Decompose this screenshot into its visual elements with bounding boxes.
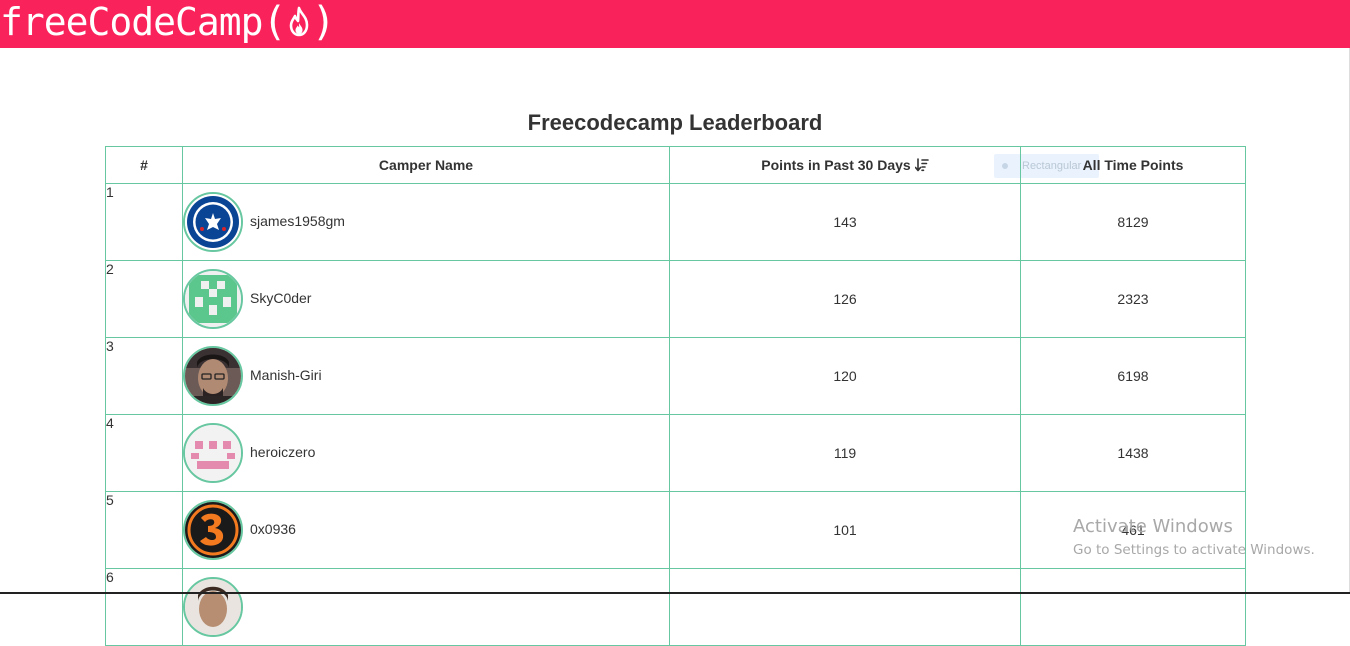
top-navbar: freeCodeCamp ( ) (0, 0, 1350, 48)
number-three-avatar[interactable] (183, 500, 243, 560)
column-header-camper: Camper Name (182, 146, 670, 184)
green-identicon-avatar[interactable] (183, 269, 243, 329)
column-header-recent-points[interactable]: Points in Past 30 Days (669, 146, 1021, 184)
camper-name[interactable]: sjames1958gm (250, 213, 345, 229)
recent-points-cell: 126 (669, 260, 1021, 338)
table-row: 3 Manish-Giri 120 6198 (105, 337, 1246, 415)
rank-cell: 4 (105, 414, 183, 492)
flame-icon (289, 6, 308, 37)
logo-close-paren: ) (311, 0, 336, 45)
page-title: Freecodecamp Leaderboard (527, 110, 823, 135)
camper-name[interactable]: SkyC0der (250, 290, 311, 306)
logo-open-paren: ( (262, 0, 287, 45)
camper-cell (182, 568, 670, 646)
camper-header-label: Camper Name (378, 157, 474, 173)
recent-points-cell: 120 (669, 337, 1021, 415)
camper-cell: heroiczero (182, 414, 670, 492)
freecodecamp-logo[interactable]: freeCodeCamp ( ) (0, 0, 336, 46)
table-row: 2 SkyC0der 126 2323 (105, 260, 1246, 338)
alltime-points-cell: 8129 (1020, 183, 1246, 261)
alltime-header-label: All Time Points (1082, 157, 1184, 173)
recent-points-cell (669, 568, 1021, 646)
recent-points-cell: 143 (669, 183, 1021, 261)
table-row: 1 sjames1958gm 143 8129 (105, 183, 1246, 261)
rank-header-label: # (140, 157, 148, 173)
recent-points-cell: 119 (669, 414, 1021, 492)
windows-activation-watermark: Activate Windows Go to Settings to activ… (1073, 516, 1315, 558)
watermark-title: Activate Windows (1073, 516, 1233, 537)
rank-cell: 6 (105, 568, 183, 646)
rank-cell: 2 (105, 260, 183, 338)
table-row: 4 heroiczero 119 1438 (105, 414, 1246, 492)
rank-cell: 5 (105, 491, 183, 569)
watermark-subtitle: Go to Settings to activate Windows. (1073, 542, 1315, 558)
leaderboard-table: # Camper Name Points in Past 30 Days All… (105, 146, 1246, 646)
camper-cell: 0x0936 (182, 491, 670, 569)
alltime-points-cell: 2323 (1020, 260, 1246, 338)
table-header-row: # Camper Name Points in Past 30 Days All… (105, 146, 1246, 184)
chelsea-crest-avatar[interactable] (183, 192, 243, 252)
rank-cell: 3 (105, 337, 183, 415)
logo-text: freeCodeCamp (0, 0, 264, 44)
camper-name[interactable]: heroiczero (250, 444, 315, 460)
column-header-alltime-points[interactable]: All Time Points (1020, 146, 1246, 184)
photo-avatar[interactable] (183, 577, 243, 637)
pink-identicon-avatar[interactable] (183, 423, 243, 483)
camper-cell: sjames1958gm (182, 183, 670, 261)
camper-cell: SkyC0der (182, 260, 670, 338)
camper-name[interactable]: 0x0936 (250, 521, 296, 537)
recent-points-cell: 101 (669, 491, 1021, 569)
photo-avatar[interactable] (183, 346, 243, 406)
alltime-points-cell (1020, 568, 1246, 646)
alltime-points-cell: 6198 (1020, 337, 1246, 415)
table-row: 6 (105, 568, 1246, 646)
sort-descending-icon[interactable] (914, 157, 929, 172)
camper-name[interactable]: Manish-Giri (250, 367, 322, 383)
rank-cell: 1 (105, 183, 183, 261)
recent-header-label: Points in Past 30 Days (761, 157, 911, 173)
camper-cell: Manish-Giri (182, 337, 670, 415)
column-header-rank: # (105, 146, 183, 184)
alltime-points-cell: 1438 (1020, 414, 1246, 492)
